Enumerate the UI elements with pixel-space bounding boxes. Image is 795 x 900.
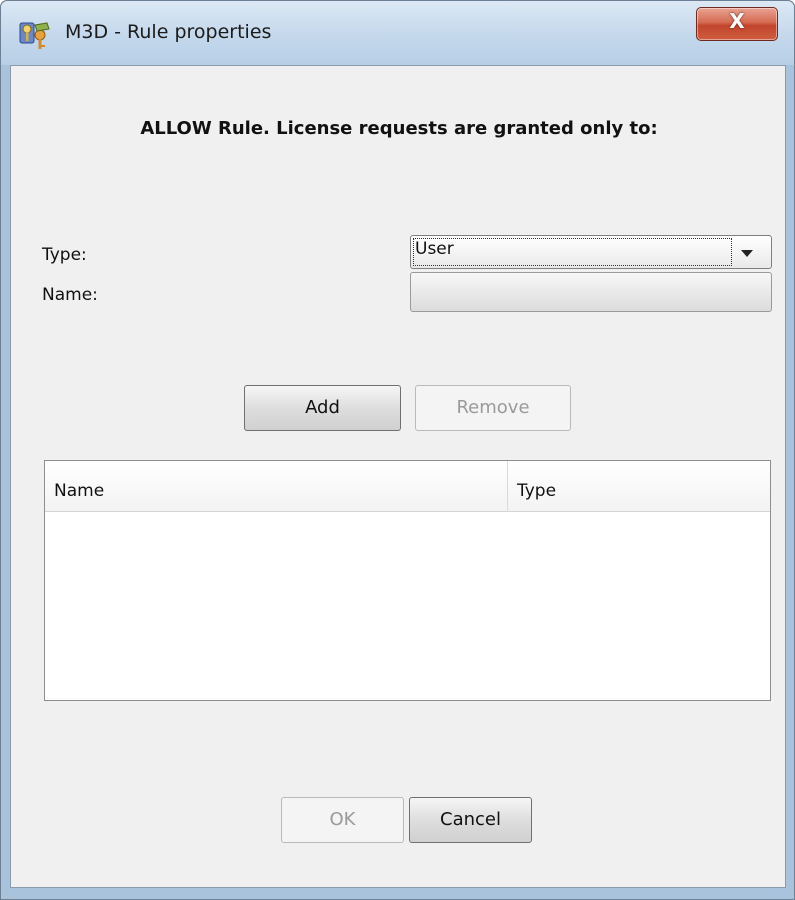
keys-app-icon: [19, 22, 50, 49]
table-header: Name Type: [45, 461, 770, 512]
name-field[interactable]: [410, 272, 772, 312]
remove-button[interactable]: Remove: [415, 385, 571, 431]
rule-heading: ALLOW Rule. License requests are granted…: [140, 118, 658, 139]
ok-button[interactable]: OK: [281, 797, 404, 843]
chevron-down-icon[interactable]: [741, 250, 753, 257]
type-dropdown-value: User: [415, 239, 454, 259]
dialog-window: M3D - Rule properties X ALLOW Rule. Lice…: [0, 0, 795, 900]
type-dropdown[interactable]: User: [410, 235, 772, 269]
type-label: Type:: [42, 245, 87, 265]
dialog-body: ALLOW Rule. License requests are granted…: [10, 65, 786, 888]
add-button[interactable]: Add: [244, 385, 401, 431]
column-header-type[interactable]: Type: [517, 461, 556, 512]
cancel-button[interactable]: Cancel: [409, 797, 532, 843]
focus-rectangle: [413, 238, 732, 266]
title-bar[interactable]: M3D - Rule properties X: [1, 1, 794, 65]
column-divider[interactable]: [507, 461, 508, 512]
column-header-name[interactable]: Name: [54, 461, 104, 512]
close-button[interactable]: X: [696, 7, 778, 41]
rules-table[interactable]: Name Type: [44, 460, 771, 701]
close-icon: X: [729, 9, 745, 33]
name-label: Name:: [42, 285, 98, 305]
window-title: M3D - Rule properties: [65, 21, 272, 43]
